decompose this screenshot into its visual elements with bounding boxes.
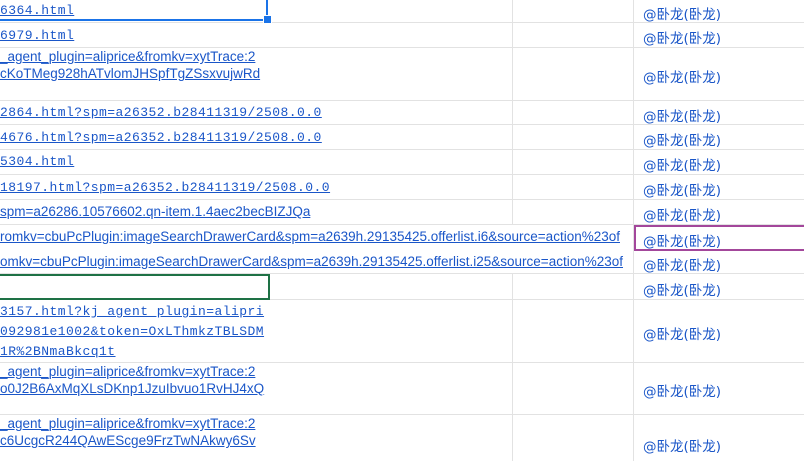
url-link-line[interactable]: 6979.html xyxy=(0,27,74,45)
mention-text[interactable]: @卧龙(卧龙) xyxy=(643,380,721,400)
table-row[interactable]: 4676.html?spm=a26352.b28411319/2508.0.0 … xyxy=(0,125,804,150)
table-row[interactable]: spm=a26286.10576602.qn-item.1.4aec2becBI… xyxy=(0,200,804,225)
mention-text[interactable]: @卧龙(卧龙) xyxy=(643,154,721,174)
mention-cell[interactable]: @卧龙(卧龙) xyxy=(633,23,804,47)
mention-text[interactable]: @卧龙(卧龙) xyxy=(643,66,721,86)
table-row[interactable]: 6979.html @卧龙(卧龙) xyxy=(0,23,804,48)
empty-cell[interactable] xyxy=(512,300,633,362)
mention-cell[interactable]: @卧龙(卧龙) xyxy=(633,274,804,299)
mention-text[interactable]: @卧龙(卧龙) xyxy=(643,204,721,224)
url-cell[interactable]: 3157.html?kj_agent_plugin=alipri 092981e… xyxy=(0,300,512,362)
mention-cell[interactable]: @卧龙(卧龙) xyxy=(633,250,804,273)
mention-cell[interactable]: @卧龙(卧龙) xyxy=(633,175,804,199)
url-cell[interactable]: 6979.html xyxy=(0,23,512,47)
empty-cell[interactable] xyxy=(512,0,633,22)
mention-cell[interactable]: @卧龙(卧龙) xyxy=(633,0,804,22)
mention-cell[interactable]: @卧龙(卧龙) xyxy=(633,125,804,149)
empty-cell[interactable] xyxy=(512,101,633,124)
url-cell[interactable]: _agent_plugin=aliprice&fromkv=xytTrace:2… xyxy=(0,363,512,414)
url-link-line[interactable]: 18197.html?spm=a26352.b28411319/2508.0.0 xyxy=(0,179,330,197)
url-link-line[interactable]: romkv=cbuPcPlugin:imageSearchDrawerCard&… xyxy=(0,228,620,246)
collaborator-selection-border-purple xyxy=(634,225,804,251)
empty-cell[interactable] xyxy=(512,175,633,199)
url-cell-overflow[interactable]: omkv=cbuPcPlugin:imageSearchDrawerCard&s… xyxy=(0,250,633,273)
table-row[interactable]: _agent_plugin=aliprice&fromkv=xytTrace:2… xyxy=(0,363,804,415)
empty-cell[interactable] xyxy=(512,125,633,149)
url-link-line[interactable]: 5304.html xyxy=(0,153,74,171)
mention-text[interactable]: @卧龙(卧龙) xyxy=(643,3,721,22)
collaborator-selection-border xyxy=(0,274,270,300)
url-link-line[interactable]: o0J2B6AxMqXLsDKnp1JzuIbvuo1RvHJ4xQ xyxy=(0,380,264,398)
url-link-line[interactable]: 1R%2BNmaBkcq1t xyxy=(0,343,116,361)
mention-cell[interactable]: @卧龙(卧龙) xyxy=(633,363,804,414)
url-link-line[interactable]: spm=a26286.10576602.qn-item.1.4aec2becBI… xyxy=(0,203,310,221)
table-row[interactable]: 18197.html?spm=a26352.b28411319/2508.0.0… xyxy=(0,175,804,200)
url-cell[interactable]: 18197.html?spm=a26352.b28411319/2508.0.0 xyxy=(0,175,512,199)
mention-text[interactable]: @卧龙(卧龙) xyxy=(643,435,721,455)
url-cell[interactable]: 2864.html?spm=a26352.b28411319/2508.0.0 xyxy=(0,101,512,124)
url-link-line[interactable]: _agent_plugin=aliprice&fromkv=xytTrace:2 xyxy=(0,415,255,433)
mention-text[interactable]: @卧龙(卧龙) xyxy=(643,27,721,47)
empty-cell[interactable] xyxy=(512,363,633,414)
url-link-line[interactable]: 092981e1002&token=OxLThmkzTBLSDM xyxy=(0,323,264,341)
mention-text[interactable]: @卧龙(卧龙) xyxy=(643,105,721,124)
mention-cell[interactable]: @卧龙(卧龙) xyxy=(633,48,804,100)
url-link-line[interactable]: omkv=cbuPcPlugin:imageSearchDrawerCard&s… xyxy=(0,253,623,271)
fill-handle[interactable] xyxy=(263,15,272,24)
url-link-line[interactable]: 3157.html?kj_agent_plugin=alipri xyxy=(0,303,264,321)
url-link-line[interactable]: 2864.html?spm=a26352.b28411319/2508.0.0 xyxy=(0,104,322,122)
mention-cell[interactable]: @卧龙(卧龙) xyxy=(633,300,804,362)
spreadsheet-grid: 6364.html @卧龙(卧龙) 6979.html @卧龙(卧龙) _age… xyxy=(0,0,804,461)
empty-cell[interactable] xyxy=(512,23,633,47)
mention-text[interactable]: @卧龙(卧龙) xyxy=(643,279,721,299)
active-cell-selection-border xyxy=(0,0,268,21)
url-cell-overflow[interactable]: romkv=cbuPcPlugin:imageSearchDrawerCard&… xyxy=(0,225,633,250)
mention-text[interactable]: @卧龙(卧龙) xyxy=(643,323,721,343)
table-row[interactable]: omkv=cbuPcPlugin:imageSearchDrawerCard&s… xyxy=(0,250,804,274)
table-row[interactable]: _agent_plugin=aliprice&fromkv=xytTrace:2… xyxy=(0,415,804,461)
table-row[interactable]: _agent_plugin=aliprice&fromkv=xytTrace:2… xyxy=(0,48,804,101)
mention-cell[interactable]: @卧龙(卧龙) xyxy=(633,415,804,461)
url-cell[interactable]: _agent_plugin=aliprice&fromkv=xytTrace:2… xyxy=(0,48,512,100)
url-link-line[interactable]: _agent_plugin=aliprice&fromkv=xytTrace:2 xyxy=(0,363,255,381)
url-link-line[interactable]: c6UcgcR244QAwEScge9FrzTwNAkwy6Sv xyxy=(0,432,256,450)
mention-text[interactable]: @卧龙(卧龙) xyxy=(643,179,721,199)
empty-cell[interactable] xyxy=(512,200,633,224)
empty-cell[interactable] xyxy=(512,415,633,461)
url-cell[interactable]: _agent_plugin=aliprice&fromkv=xytTrace:2… xyxy=(0,415,512,461)
mention-text[interactable]: @卧龙(卧龙) xyxy=(643,129,721,149)
mention-cell[interactable]: @卧龙(卧龙) xyxy=(633,101,804,124)
url-cell[interactable]: spm=a26286.10576602.qn-item.1.4aec2becBI… xyxy=(0,200,512,224)
empty-cell[interactable] xyxy=(512,274,633,299)
table-row[interactable]: 2864.html?spm=a26352.b28411319/2508.0.0 … xyxy=(0,101,804,125)
url-link-line[interactable]: cKoTMeg928hATvlomJHSpfTgZSsxvujwRd xyxy=(0,65,260,83)
empty-cell[interactable] xyxy=(512,48,633,100)
mention-cell[interactable]: @卧龙(卧龙) xyxy=(633,150,804,174)
url-cell[interactable]: 5304.html xyxy=(0,150,512,174)
url-cell[interactable]: 4676.html?spm=a26352.b28411319/2508.0.0 xyxy=(0,125,512,149)
url-link-line[interactable]: 4676.html?spm=a26352.b28411319/2508.0.0 xyxy=(0,129,322,147)
mention-text[interactable]: @卧龙(卧龙) xyxy=(643,254,721,273)
table-row[interactable]: 3157.html?kj_agent_plugin=alipri 092981e… xyxy=(0,300,804,363)
empty-cell[interactable] xyxy=(512,150,633,174)
mention-cell[interactable]: @卧龙(卧龙) xyxy=(633,200,804,224)
table-row[interactable]: 5304.html @卧龙(卧龙) xyxy=(0,150,804,175)
url-link-line[interactable]: _agent_plugin=aliprice&fromkv=xytTrace:2 xyxy=(0,48,255,66)
